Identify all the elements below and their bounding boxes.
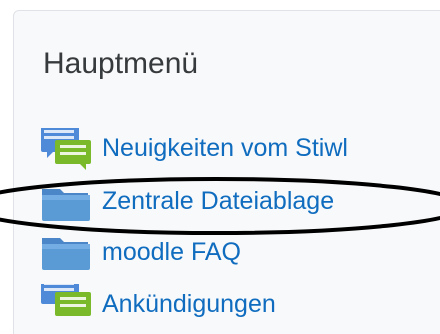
menu-item-label[interactable]: Zentrale Dateiablage — [102, 183, 334, 219]
folder-icon — [38, 181, 98, 225]
forum-icon — [38, 126, 98, 172]
menu-item-label[interactable]: Ankündigungen — [102, 286, 276, 322]
forum-icon — [38, 278, 98, 328]
menu-item-label[interactable]: Neuigkeiten vom Stiwl — [102, 130, 348, 166]
menu-item-moodle-faq[interactable]: moodle FAQ — [38, 232, 418, 276]
folder-icon — [38, 232, 98, 276]
menu-item-zentrale-dateiablage[interactable]: Zentrale Dateiablage — [38, 181, 418, 225]
menu-item-ankuendigungen[interactable]: Ankündigungen — [38, 278, 418, 328]
block-title: Hauptmenü — [43, 47, 199, 80]
page: Hauptmenü Neuigkeiten vom Stiwl Zentrale… — [0, 0, 440, 334]
menu-item-neuigkeiten[interactable]: Neuigkeiten vom Stiwl — [38, 126, 418, 172]
menu-item-label[interactable]: moodle FAQ — [102, 234, 241, 270]
